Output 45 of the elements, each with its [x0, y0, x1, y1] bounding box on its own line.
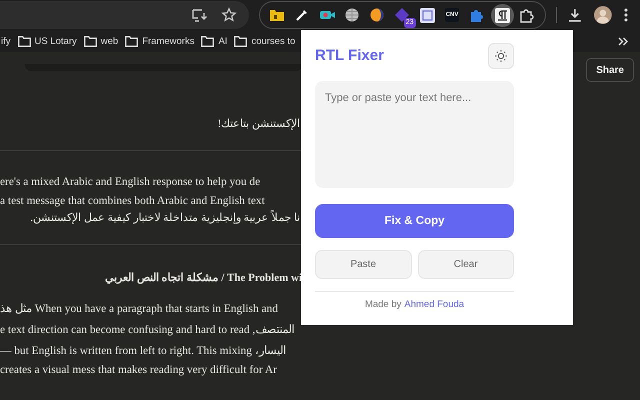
- install-icon[interactable]: [190, 7, 207, 23]
- credit-text: Made by: [364, 299, 402, 310]
- clear-button[interactable]: Clear: [418, 250, 514, 279]
- avatar-icon[interactable]: [594, 6, 612, 24]
- arabic-text: نا جملاً عربية وإنجليزية متداخلة لاختبار كيفية عمل الإكستنشن.: [29, 211, 301, 224]
- folder-icon: [125, 36, 138, 46]
- popup-title: RTL Fixer: [315, 47, 384, 64]
- paragraph-line: creates a visual mess that makes reading very difficult for Ar: [0, 364, 278, 376]
- active-extension-button[interactable]: [490, 4, 514, 26]
- theme-toggle-button[interactable]: [488, 42, 514, 68]
- fix-copy-button[interactable]: Fix & Copy: [315, 204, 514, 238]
- bookmark-item[interactable]: Frameworks: [125, 36, 194, 46]
- sun-icon: [495, 50, 507, 62]
- frame-icon: [420, 8, 435, 22]
- moon-icon: [370, 8, 384, 22]
- star-icon[interactable]: [220, 7, 237, 23]
- bookmark-item[interactable]: ify: [1, 36, 10, 46]
- bookmark-item[interactable]: web: [84, 36, 118, 46]
- menu-icon[interactable]: [624, 7, 628, 23]
- puzzle-icon: [519, 7, 536, 23]
- share-button[interactable]: Share: [586, 58, 634, 82]
- download-icon[interactable]: [566, 7, 582, 23]
- folder-icon: [18, 36, 30, 46]
- camera-icon: [320, 9, 335, 21]
- folder-icon: [270, 9, 284, 21]
- globe-icon: [345, 8, 360, 22]
- paste-button[interactable]: Paste: [315, 250, 412, 279]
- folder-icon: [201, 36, 214, 46]
- folder-icon: [234, 36, 248, 46]
- paragraph-line: — but English is written from left to right. This mixing ،اليسار: [0, 344, 287, 357]
- author-link[interactable]: Ahmed Fouda: [404, 299, 464, 310]
- paragraph-line: a test message that combines both Arabic and English text: [0, 195, 266, 207]
- paragraph-line: مثل هذ When you have a paragraph that starts in English and: [0, 302, 279, 315]
- puzzle-icon: [470, 8, 484, 22]
- paragraph-line: e text direction can become confusing and hard to read ,المنتصف: [0, 323, 296, 336]
- bookmark-item[interactable]: US Lotary: [18, 36, 77, 46]
- pipette-icon: [295, 8, 310, 22]
- text-input[interactable]: Type or paste your text here...: [315, 81, 514, 188]
- chevron-icon[interactable]: [618, 37, 628, 46]
- pilcrow-icon: [494, 8, 510, 22]
- paragraph-line: ere's a mixed Arabic and English response to help you de: [0, 176, 262, 188]
- folder-icon: [84, 36, 97, 46]
- arabic-text: الإكستنشن بتاعتك!: [216, 117, 301, 130]
- bookmark-item[interactable]: courses to: [234, 36, 296, 46]
- bookmark-item[interactable]: AI: [201, 36, 228, 46]
